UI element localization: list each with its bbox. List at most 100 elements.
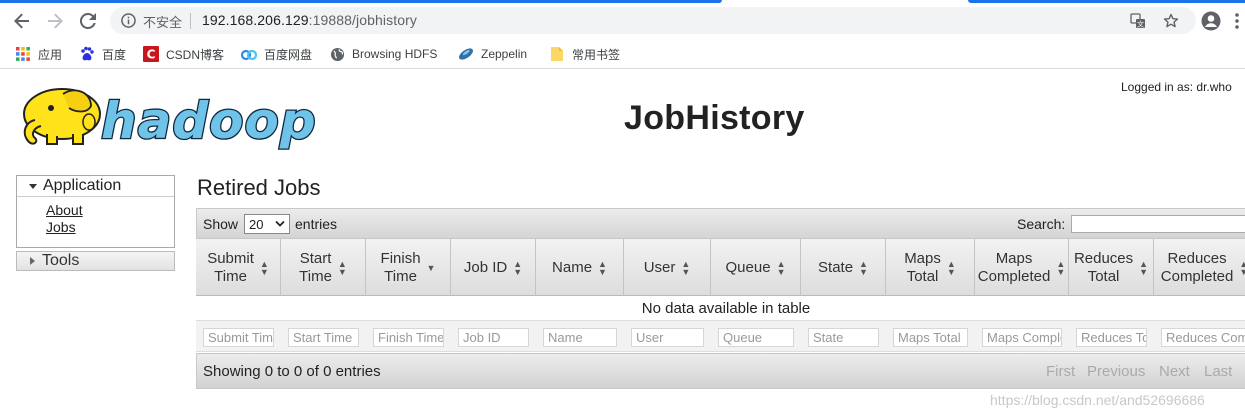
filter-input-start-time[interactable]: Start Time: [288, 328, 359, 347]
column-header-name[interactable]: Name ▲ ▼: [536, 239, 624, 296]
column-header-label: Job ID: [464, 259, 507, 277]
column-header-user[interactable]: User ▲ ▼: [624, 239, 711, 296]
column-header-line: Maps: [904, 249, 941, 267]
bookmark-zeppelin[interactable]: Zeppelin: [458, 45, 527, 63]
baidu-netdisk-icon: [241, 46, 257, 62]
profile-avatar-icon[interactable]: [1200, 10, 1222, 32]
column-header-reduces-completed[interactable]: Reduces Completed ▲ ▼: [1154, 239, 1245, 296]
filter-input-state[interactable]: State: [808, 328, 879, 347]
url-host: 192.168.206.129: [202, 12, 309, 28]
pagination-previous[interactable]: Previous: [1087, 363, 1145, 380]
bookmark-label: Browsing HDFS: [352, 47, 438, 61]
translate-icon[interactable]: 文: [1129, 12, 1147, 30]
bookmarks-bar: 应用 百度 C CSDN博客 百度网盘 Browsing HDFS Zeppel…: [0, 38, 1245, 69]
filter-input-maps-total[interactable]: Maps Total: [893, 328, 968, 347]
filter-input-name[interactable]: Name: [543, 328, 617, 347]
zeppelin-icon: [458, 46, 474, 62]
column-header-queue[interactable]: Queue ▲ ▼: [711, 239, 801, 296]
table-toolbar: Show 20 entries Search:: [196, 208, 1245, 239]
bookmark-label: 常用书签: [572, 47, 621, 62]
bookmark-apps[interactable]: 应用: [15, 45, 62, 63]
filter-input-reduces-completed[interactable]: Reduces Completed: [1161, 328, 1245, 347]
forward-arrow-icon[interactable]: [44, 10, 66, 32]
reload-icon[interactable]: [77, 10, 99, 32]
filter-input-maps-completed[interactable]: Maps Completed: [982, 328, 1062, 347]
bookmark-browsing-hdfs[interactable]: Browsing HDFS: [329, 45, 437, 63]
sort-both-icon: ▲ ▼: [681, 258, 691, 277]
sort-both-icon: ▲ ▼: [946, 258, 956, 277]
folder-icon: [549, 46, 565, 62]
sidebar-application-header[interactable]: Application: [17, 176, 174, 197]
back-arrow-icon[interactable]: [11, 10, 33, 32]
column-header-line: Time: [214, 267, 247, 285]
column-header-line: Completed: [977, 267, 1051, 285]
csdn-icon: C: [143, 46, 159, 62]
info-icon[interactable]: [121, 13, 136, 28]
sort-both-icon: ▲ ▼: [598, 258, 607, 277]
search-input[interactable]: [1071, 215, 1245, 233]
bookmark-folder[interactable]: 常用书签: [549, 45, 620, 63]
sidebar-application-label: Application: [43, 177, 122, 194]
sort-both-icon: ▲ ▼: [1056, 258, 1066, 277]
column-header-label: Reduces Completed: [1161, 250, 1234, 286]
column-header-maps-completed[interactable]: Maps Completed ▲ ▼: [975, 239, 1069, 296]
table-header: Submit Time ▲ ▼ Start Time ▲ ▼ Finish Time ▼ Job ID…: [196, 239, 1245, 296]
section-title: Retired Jobs: [197, 175, 321, 200]
column-header-label: Maps Total: [904, 250, 941, 286]
bookmark-baidu[interactable]: 百度: [79, 45, 126, 63]
column-header-label: User: [644, 259, 676, 277]
bookmark-label: 百度网盘: [264, 47, 313, 62]
column-header-maps-total[interactable]: Maps Total ▲ ▼: [886, 239, 975, 296]
column-header-label: Reduces Total: [1074, 250, 1133, 286]
logo-wordmark: hadoop: [101, 92, 317, 150]
sort-both-icon: ▲ ▼: [259, 258, 269, 277]
page-title: JobHistory: [624, 99, 805, 137]
filter-input-reduces-total[interactable]: Reduces Total: [1076, 328, 1147, 347]
sidebar-link-jobs[interactable]: Jobs: [46, 219, 174, 236]
column-header-line: Finish: [380, 249, 421, 267]
svg-text:C: C: [147, 48, 156, 62]
filter-input-finish-time[interactable]: Finish Time: [373, 328, 444, 347]
column-header-line: Job ID: [463, 258, 508, 276]
column-header-line: Reduces: [1073, 249, 1134, 267]
filter-input-submit-time[interactable]: Submit Time: [203, 328, 274, 347]
column-header-job-id[interactable]: Job ID ▲ ▼: [451, 239, 536, 296]
column-filter-row: Submit Time Start Time Finish Time Job ID Na…: [196, 320, 1245, 352]
column-header-line: State: [818, 258, 854, 276]
browser-menu-icon[interactable]: [1226, 10, 1245, 32]
chevron-down-icon: [275, 220, 285, 227]
omnibox-separator: [190, 13, 191, 29]
pagination-last[interactable]: Last: [1204, 363, 1232, 380]
column-header-finish-time[interactable]: Finish Time ▼: [366, 239, 451, 296]
filter-input-user[interactable]: User: [631, 328, 704, 347]
sort-descending-icon: ▼: [426, 262, 436, 273]
column-header-label: State: [818, 259, 853, 277]
filter-input-job-id[interactable]: Job ID: [458, 328, 529, 347]
column-header-label: Queue: [726, 259, 771, 277]
url-text[interactable]: 192.168.206.129:19888/jobhistory: [202, 12, 417, 28]
pagination-first[interactable]: First: [1046, 363, 1075, 380]
bookmark-star-icon[interactable]: [1162, 12, 1180, 30]
column-header-reduces-total[interactable]: Reduces Total ▲ ▼: [1069, 239, 1154, 296]
column-header-start-time[interactable]: Start Time ▲ ▼: [281, 239, 366, 296]
sidebar-tools-header[interactable]: Tools: [16, 251, 175, 271]
column-header-line: Total: [1087, 267, 1120, 285]
column-header-submit-time[interactable]: Submit Time ▲ ▼: [196, 239, 281, 296]
table-footer: Showing 0 to 0 of 0 entries First Previo…: [196, 353, 1245, 389]
entries-per-page-select[interactable]: 20: [244, 214, 290, 234]
bookmark-csdn[interactable]: C CSDN博客: [143, 45, 224, 63]
bookmark-baidu-netdisk[interactable]: 百度网盘: [241, 45, 312, 63]
filter-input-queue[interactable]: Queue: [718, 328, 794, 347]
column-header-label: Name: [552, 259, 592, 277]
pagination-next[interactable]: Next: [1159, 363, 1190, 380]
collapsed-triangle-icon: [30, 257, 35, 265]
sidebar-link-about[interactable]: About: [46, 202, 174, 219]
column-header-label: Maps Completed: [978, 250, 1051, 286]
column-header-line: Queue: [725, 258, 771, 276]
column-header-state[interactable]: State ▲ ▼: [801, 239, 886, 296]
svg-text:文: 文: [1137, 20, 1144, 29]
table-info: Showing 0 to 0 of 0 entries: [203, 363, 381, 380]
address-bar[interactable]: 不安全 192.168.206.129:19888/jobhistory 文: [110, 7, 1196, 34]
hadoop-logo[interactable]: hadoop: [17, 80, 317, 154]
column-header-label: Submit Time: [207, 250, 254, 286]
